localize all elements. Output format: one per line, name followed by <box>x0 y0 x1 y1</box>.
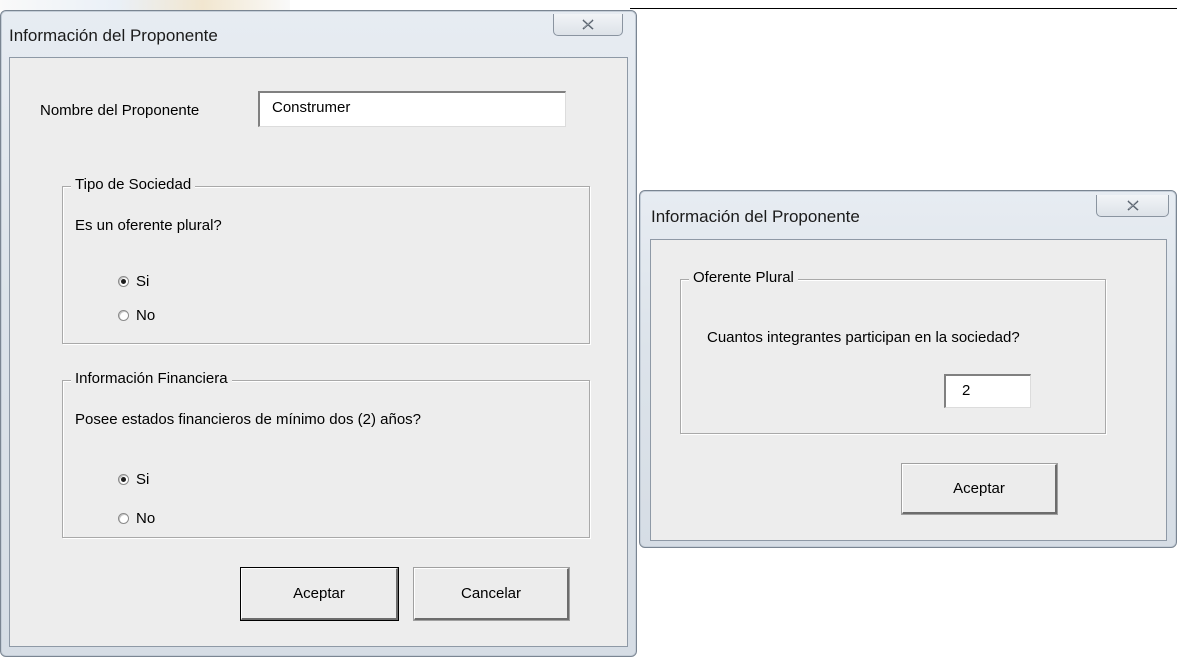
close-icon <box>1126 200 1139 211</box>
financial-statements-question: Posee estados financieros de mínimo dos … <box>75 411 422 428</box>
members-count-input[interactable]: 2 <box>944 374 1031 408</box>
members-count-question: Cuantos integrantes participan en la soc… <box>707 329 1020 346</box>
radio-label: Si <box>136 471 150 488</box>
plural-bidder-question: Es un oferente plural? <box>75 217 222 234</box>
plural-bidder-yes-radio[interactable]: Si <box>118 273 149 290</box>
title-bar[interactable]: Información del Proponente <box>640 191 1176 237</box>
title-bar[interactable]: Información del Proponente <box>1 11 636 57</box>
close-button[interactable] <box>553 14 623 36</box>
background-window-fragment <box>0 0 290 10</box>
radio-checked-icon <box>118 276 129 287</box>
close-button[interactable] <box>1096 195 1169 217</box>
financial-info-legend: Información Financiera <box>71 370 232 387</box>
plural-bidder-group: Oferente Plural Cuantos integrantes part… <box>680 269 1106 434</box>
company-type-legend: Tipo de Sociedad <box>71 176 196 193</box>
radio-label: No <box>136 510 156 527</box>
financial-info-group: Información Financiera Posee estados fin… <box>62 370 590 538</box>
financial-statements-yes-radio[interactable]: Si <box>118 471 149 488</box>
plural-bidder-legend: Oferente Plural <box>689 269 798 286</box>
radio-checked-icon <box>118 474 129 485</box>
plural-bidder-no-radio[interactable]: No <box>118 307 155 324</box>
dialog-title: Información del Proponente <box>9 26 218 45</box>
radio-label: Si <box>136 273 150 290</box>
plural-bidder-dialog: Información del Proponente Oferente Plur… <box>639 190 1177 548</box>
dialog-client-area: Nombre del Proponente Construmer Tipo de… <box>9 57 628 647</box>
radio-unchecked-icon <box>118 513 129 524</box>
cancel-button[interactable]: Cancelar <box>414 568 569 620</box>
dialog-title: Información del Proponente <box>651 207 860 226</box>
background-divider-line <box>630 8 1177 9</box>
radio-label: No <box>136 307 156 324</box>
proponent-name-label: Nombre del Proponente <box>40 102 200 119</box>
financial-statements-no-radio[interactable]: No <box>118 510 155 527</box>
proponent-info-dialog: Información del Proponente Nombre del Pr… <box>0 10 637 657</box>
accept-button[interactable]: Aceptar <box>902 464 1057 514</box>
close-icon <box>582 19 594 30</box>
company-type-group: Tipo de Sociedad Es un oferente plural? … <box>62 176 590 344</box>
radio-unchecked-icon <box>118 310 129 321</box>
proponent-name-input[interactable]: Construmer <box>258 91 566 127</box>
accept-button[interactable]: Aceptar <box>241 568 398 620</box>
dialog-client-area: Oferente Plural Cuantos integrantes part… <box>650 239 1167 541</box>
